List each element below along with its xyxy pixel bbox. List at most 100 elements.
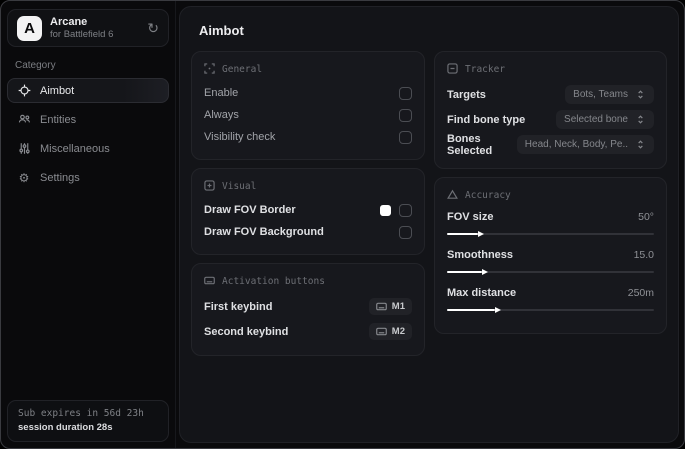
card-title: Accuracy	[465, 190, 511, 201]
card-activation-buttons: Activation buttons First keybind M1 Seco…	[191, 263, 425, 356]
right-column: Tracker Targets Bots, Teams Find bone ty…	[434, 51, 667, 334]
sliders-icon	[17, 142, 31, 156]
tracker-label: Targets	[447, 88, 486, 101]
keybind-row-first: First keybind M1	[204, 294, 412, 319]
keyboard-icon	[375, 302, 387, 311]
sidebar-item-miscellaneous[interactable]: Miscellaneous	[7, 136, 169, 161]
tracker-row-find-bone-type: Find bone type Selected bone	[447, 107, 654, 132]
sidebar-item-settings[interactable]: ⚙ Settings	[7, 165, 169, 190]
visibility-check-checkbox[interactable]	[399, 130, 412, 144]
card-title: Visual	[222, 181, 257, 192]
slider-fill	[447, 271, 483, 273]
smoothness-slider[interactable]	[447, 271, 654, 273]
card-tracker-header: Tracker	[447, 61, 654, 78]
setting-row-visibility-check: Visibility check	[204, 126, 412, 148]
card-general: General Enable Always Visibility check	[191, 51, 425, 160]
card-visual: Visual Draw FOV Border Draw FOV Backgrou…	[191, 168, 425, 255]
find-bone-type-dropdown[interactable]: Selected bone	[556, 110, 654, 129]
setting-label: Enable	[204, 87, 239, 99]
dropdown-value: Bots, Teams	[573, 89, 628, 100]
slider-smoothness: Smoothness 15.0	[447, 246, 654, 273]
slider-label: Max distance	[447, 287, 517, 299]
slider-value: 250m	[627, 287, 654, 299]
subscription-expires: Sub expires in 56d 23h	[18, 408, 144, 419]
sidebar-item-label: Aimbot	[40, 84, 75, 97]
keybind-label: Second keybind	[204, 325, 289, 338]
draw-fov-border-checkbox[interactable]	[399, 203, 412, 217]
card-title: Activation buttons	[222, 276, 325, 287]
focus-icon	[204, 62, 215, 77]
setting-row-draw-fov-border: Draw FOV Border	[204, 199, 412, 221]
card-general-header: General	[204, 61, 412, 78]
keybind-value: M2	[391, 326, 405, 337]
setting-label: Visibility check	[204, 131, 276, 143]
tracker-label: Bones Selected	[447, 132, 493, 157]
app-name: Arcane	[50, 16, 88, 28]
app-window: A Arcane for Battlefield 6 ↻ Category Ai…	[0, 0, 685, 449]
session-duration: session duration 28s	[18, 422, 113, 433]
sidebar-nav: Aimbot Entities Miscellaneous ⚙ Settings	[7, 78, 169, 194]
setting-label: Always	[204, 109, 239, 121]
slider-label: FOV size	[447, 211, 494, 223]
enable-checkbox[interactable]	[399, 86, 412, 100]
bones-selected-dropdown[interactable]: Head, Neck, Body, Pe..	[516, 135, 654, 154]
refresh-icon[interactable]: ↻	[147, 21, 159, 35]
tracker-row-bones-selected: Bones Selected Head, Neck, Body, Pe..	[447, 132, 654, 157]
keyboard-icon	[375, 327, 387, 336]
tracker-label: Find bone type	[447, 113, 526, 126]
app-subtitle: for Battlefield 6	[50, 29, 114, 40]
page-title: Aimbot	[199, 23, 244, 38]
expand-icon	[638, 140, 643, 149]
slider-fov-size: FOV size 50°	[447, 208, 654, 235]
keybind-value: M1	[391, 301, 405, 312]
targets-dropdown[interactable]: Bots, Teams	[565, 85, 654, 104]
card-tracker: Tracker Targets Bots, Teams Find bone ty…	[434, 51, 667, 169]
sidebar: A Arcane for Battlefield 6 ↻ Category Ai…	[1, 1, 176, 448]
card-accuracy: Accuracy FOV size 50° Smoothness 15.0 Ma…	[434, 177, 667, 334]
setting-row-enable: Enable	[204, 82, 412, 104]
first-keybind-button[interactable]: M1	[368, 298, 412, 315]
setting-row-draw-fov-background: Draw FOV Background	[204, 221, 412, 243]
sidebar-item-aimbot[interactable]: Aimbot	[7, 78, 169, 103]
app-header: A Arcane for Battlefield 6 ↻	[7, 9, 169, 47]
card-title: General	[222, 64, 263, 75]
always-checkbox[interactable]	[399, 108, 412, 122]
gear-icon: ⚙	[18, 170, 30, 185]
slider-value: 50°	[638, 211, 654, 223]
sidebar-item-label: Entities	[40, 113, 77, 126]
slider-header: Smoothness 15.0	[447, 246, 654, 264]
triangle-icon	[447, 189, 458, 203]
app-logo: A	[17, 15, 42, 41]
card-accuracy-header: Accuracy	[447, 187, 654, 204]
dropdown-value: Head, Neck, Body, Pe..	[524, 139, 628, 150]
sidebar-item-label: Settings	[40, 171, 80, 184]
card-title: Tracker	[465, 64, 506, 75]
second-keybind-button[interactable]: M2	[368, 323, 412, 340]
crosshair-icon	[17, 84, 31, 98]
expand-icon	[638, 90, 643, 99]
tracker-row-targets: Targets Bots, Teams	[447, 82, 654, 107]
slider-fill	[447, 233, 479, 235]
keyboard-icon	[204, 275, 215, 289]
setting-label: Draw FOV Border	[204, 204, 296, 216]
sidebar-item-entities[interactable]: Entities	[7, 107, 169, 132]
fov-border-controls	[380, 203, 412, 217]
max-distance-slider[interactable]	[447, 309, 654, 311]
setting-row-always: Always	[204, 104, 412, 126]
app-logo-letter: A	[24, 19, 35, 37]
slider-header: FOV size 50°	[447, 208, 654, 226]
keybind-label: First keybind	[204, 300, 273, 313]
subscription-box: Sub expires in 56d 23h session duration …	[7, 400, 169, 442]
draw-fov-background-checkbox[interactable]	[399, 225, 412, 239]
card-activation-header: Activation buttons	[204, 273, 412, 290]
color-swatch[interactable]	[380, 204, 391, 216]
app-title-block: Arcane for Battlefield 6	[50, 16, 113, 40]
slider-label: Smoothness	[447, 249, 514, 261]
slider-fill	[447, 309, 495, 311]
expand-icon	[638, 115, 643, 124]
fov-size-slider[interactable]	[447, 233, 654, 235]
sidebar-item-label: Miscellaneous	[40, 142, 110, 155]
main-panel: Aimbot General Enable Always Visibility …	[179, 6, 679, 443]
slider-value: 15.0	[633, 249, 654, 261]
entities-icon	[17, 113, 31, 127]
